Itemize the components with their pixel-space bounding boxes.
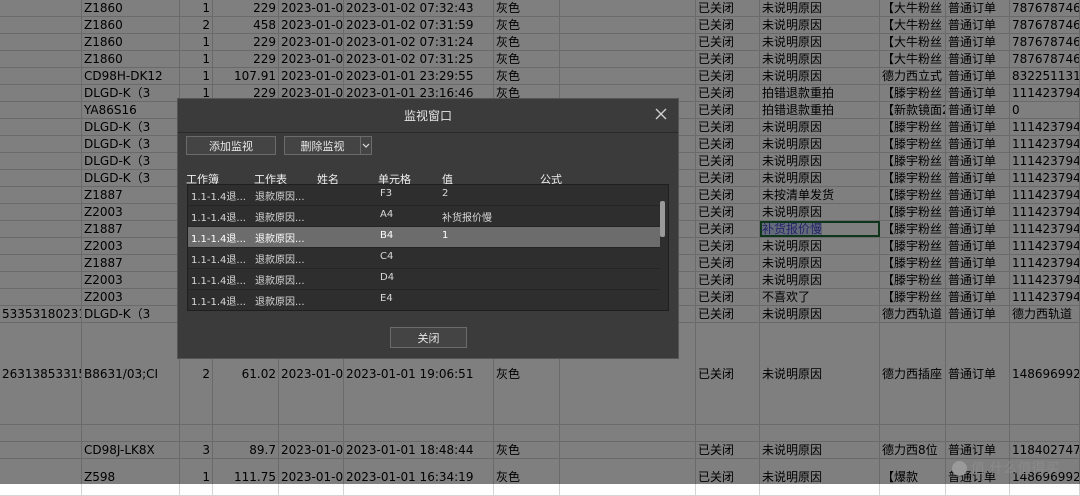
watch-item-workbook: 1.1-1.4退... [191, 297, 246, 308]
chevron-down-icon [362, 143, 370, 148]
watch-item-sheet: 退款原因... [255, 276, 305, 287]
watch-item-cell: A4 [380, 209, 394, 220]
watch-list-item[interactable]: 1.1-1.4退... 退款原因... D4 [188, 269, 660, 290]
watch-item-workbook: 1.1-1.4退... [191, 192, 246, 203]
watch-item-workbook: 1.1-1.4退... [191, 255, 246, 266]
watch-item-value: 2 [442, 188, 449, 199]
watch-item-value: 补货报价慢 [442, 213, 492, 224]
watermark: 值 什么值得买 [952, 458, 1059, 478]
watch-item-sheet: 退款原因... [255, 192, 305, 203]
watch-list-item[interactable]: 1.1-1.4退... 退款原因... B4 1 [188, 227, 660, 248]
watch-item-sheet: 退款原因... [255, 297, 305, 308]
add-watch-button[interactable]: 添加监视 [186, 136, 276, 155]
watch-window-dialog: 监视窗口 添加监视 删除监视 工作簿 工作表 姓名 单元格 值 公式 1.1-1… [177, 98, 679, 359]
watch-item-sheet: 退款原因... [255, 234, 305, 245]
watch-list-item[interactable]: 1.1-1.4退... 退款原因... E4 [188, 290, 660, 310]
watch-item-sheet: 退款原因... [255, 255, 305, 266]
scrollbar-thumb[interactable] [660, 201, 665, 237]
watch-item-workbook: 1.1-1.4退... [191, 234, 246, 245]
watch-item-cell: D4 [380, 272, 395, 283]
watch-item-sheet: 退款原因... [255, 213, 305, 224]
watermark-logo-icon [952, 460, 967, 476]
watch-list-item[interactable]: 1.1-1.4退... 退款原因... C4 [188, 248, 660, 269]
dialog-title: 监视窗口 [178, 99, 678, 133]
watch-item-cell: B4 [380, 230, 394, 241]
watch-item-workbook: 1.1-1.4退... [191, 276, 246, 287]
watch-list-item[interactable]: 1.1-1.4退... 退款原因... F3 2 [188, 185, 660, 206]
watch-list-item[interactable]: 1.1-1.4退... 退款原因... A4 补货报价慢 [188, 206, 660, 227]
close-icon[interactable] [654, 107, 668, 121]
close-button[interactable]: 关闭 [390, 327, 467, 348]
delete-watch-button[interactable]: 删除监视 [284, 136, 360, 155]
watch-list-scrollbar[interactable] [659, 187, 666, 309]
watch-item-cell: F3 [380, 188, 393, 199]
watch-item-value: 1 [442, 230, 449, 241]
watch-item-cell: C4 [380, 251, 394, 262]
watermark-text: 值 什么值得买 [971, 461, 1060, 477]
watch-list-header: 工作簿 工作表 姓名 单元格 值 公式 [186, 171, 672, 186]
watch-item-workbook: 1.1-1.4退... [191, 213, 246, 224]
watch-list[interactable]: 1.1-1.4退... 退款原因... F3 2 1.1-1.4退... 退款原因... A… [187, 184, 669, 311]
watch-item-cell: E4 [380, 293, 393, 304]
delete-watch-dropdown[interactable] [360, 136, 372, 155]
